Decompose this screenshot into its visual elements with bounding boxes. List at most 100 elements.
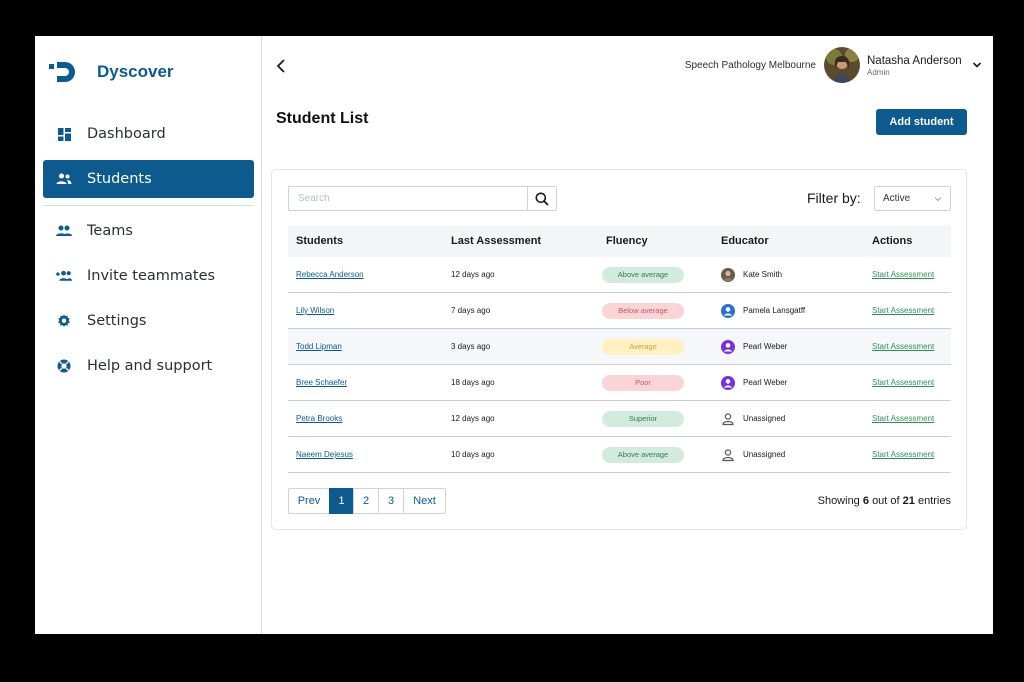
user-outline-icon: [721, 412, 735, 426]
brand-name: Dyscover: [97, 62, 174, 81]
filter-label: Filter by:: [807, 190, 861, 206]
search-bar: [288, 186, 557, 211]
educator-avatar: [721, 267, 735, 282]
students-icon: [56, 171, 72, 187]
educator-name: Kate Smith: [743, 270, 783, 279]
user-avatar[interactable]: [824, 47, 860, 83]
last-assessment: 10 days ago: [451, 450, 495, 459]
teams-icon: [56, 223, 72, 239]
sidebar-item-students[interactable]: Students: [43, 160, 254, 198]
sidebar-item-label: Teams: [87, 223, 133, 239]
table-header: Students Last Assessment Fluency Educato…: [288, 225, 951, 257]
invite-icon: [56, 268, 72, 284]
sidebar-item-label: Help and support: [87, 358, 213, 374]
app-window: Dyscover Dashboard Students Teams Invite…: [35, 36, 993, 634]
last-assessment: 18 days ago: [451, 378, 495, 387]
sidebar-item-label: Invite teammates: [87, 268, 216, 284]
chevron-down-icon: [934, 197, 942, 202]
student-name-link[interactable]: Lily Wilson: [296, 306, 334, 315]
sidebar-item-settings[interactable]: Settings: [43, 302, 254, 340]
start-assessment-link[interactable]: Start Assessment: [872, 450, 934, 459]
back-arrow-icon[interactable]: [274, 58, 288, 74]
fluency-badge: Superior: [602, 410, 684, 427]
filter-select[interactable]: Active: [874, 186, 951, 211]
pagination: Prev 1 2 3 Next: [288, 488, 446, 514]
user-info: Natasha Anderson Admin: [867, 55, 962, 77]
sidebar-item-invite-teammates[interactable]: Invite teammates: [43, 257, 254, 295]
student-name-link[interactable]: Todd Lipman: [296, 342, 342, 351]
column-header-last-assessment[interactable]: Last Assessment: [443, 235, 598, 247]
educator-name: Unassigned: [743, 450, 786, 459]
search-icon: [535, 192, 549, 206]
table-row: Todd Lipman 3 days ago Average Pearl Web…: [288, 329, 951, 365]
page-1-button[interactable]: 1: [329, 488, 354, 514]
help-icon: [56, 358, 72, 374]
sidebar-item-teams[interactable]: Teams: [43, 212, 254, 250]
educator-name: Unassigned: [743, 414, 786, 423]
column-header-fluency[interactable]: Fluency: [598, 235, 713, 247]
fluency-badge: Below average: [602, 302, 684, 319]
showing-count: 6: [862, 495, 869, 507]
showing-mid: out of: [872, 495, 900, 507]
gear-icon: [56, 313, 72, 329]
student-name-link[interactable]: Naeem Dejesus: [296, 450, 353, 459]
sidebar-item-label: Students: [87, 171, 152, 187]
start-assessment-link[interactable]: Start Assessment: [872, 378, 934, 387]
chevron-down-icon[interactable]: [972, 60, 982, 70]
user-name: Natasha Anderson: [867, 55, 962, 67]
search-button[interactable]: [527, 186, 557, 211]
fluency-badge: Above average: [602, 266, 684, 283]
column-header-educator[interactable]: Educator: [713, 235, 868, 247]
table-row: Naeem Dejesus 10 days ago Above average …: [288, 437, 951, 473]
user-circle-icon: [721, 303, 735, 318]
start-assessment-link[interactable]: Start Assessment: [872, 342, 934, 351]
table-row: Lily Wilson 7 days ago Below average Pam…: [288, 293, 951, 329]
start-assessment-link[interactable]: Start Assessment: [872, 306, 934, 315]
fluency-badge: Poor: [602, 374, 684, 391]
user-role: Admin: [867, 68, 890, 77]
student-name-link[interactable]: Bree Schaefer: [296, 378, 347, 387]
last-assessment: 12 days ago: [451, 270, 495, 279]
prev-page-button[interactable]: Prev: [288, 488, 330, 514]
last-assessment: 12 days ago: [451, 414, 495, 423]
table-row: Bree Schaefer 18 days ago Poor Pearl Web…: [288, 365, 951, 401]
entries-summary: Showing 6 out of 21 entries: [818, 495, 951, 507]
user-circle-icon: [721, 339, 735, 354]
page-3-button[interactable]: 3: [378, 488, 404, 514]
brand[interactable]: Dyscover: [49, 60, 174, 84]
sidebar-item-help-and-support[interactable]: Help and support: [43, 347, 254, 385]
start-assessment-link[interactable]: Start Assessment: [872, 414, 934, 423]
user-outline-icon: [721, 448, 735, 462]
showing-suffix: entries: [917, 495, 951, 507]
next-page-button[interactable]: Next: [403, 488, 446, 514]
search-input[interactable]: [288, 186, 527, 211]
last-assessment: 3 days ago: [451, 342, 491, 351]
page-title: Student List: [276, 110, 369, 127]
sidebar-divider: [43, 205, 254, 206]
organization-name: Speech Pathology Melbourne: [684, 60, 816, 71]
dashboard-icon: [56, 126, 72, 142]
educator-name: Pamela Lansgatff: [743, 306, 806, 315]
page-2-button[interactable]: 2: [353, 488, 379, 514]
sidebar-item-label: Settings: [87, 313, 147, 329]
students-table: Students Last Assessment Fluency Educato…: [288, 225, 951, 473]
table-row: Petra Brooks 12 days ago Superior Unassi…: [288, 401, 951, 437]
sidebar: Dyscover Dashboard Students Teams Invite…: [35, 36, 262, 634]
sidebar-item-dashboard[interactable]: Dashboard: [43, 115, 254, 153]
column-header-actions: Actions: [872, 235, 913, 247]
student-list-card: Filter by: Active Students Last Assessme…: [271, 169, 967, 530]
student-name-link[interactable]: Rebecca Anderson: [296, 270, 364, 279]
fluency-badge: Above average: [602, 446, 684, 463]
educator-name: Pearl Weber: [743, 378, 788, 387]
student-name-link[interactable]: Petra Brooks: [296, 414, 342, 423]
table-row: Rebecca Anderson 12 days ago Above avera…: [288, 257, 951, 293]
main-content: Speech Pathology Melbourne Natasha Ander…: [262, 36, 993, 634]
dyscover-logo-icon: [49, 62, 75, 82]
sidebar-item-label: Dashboard: [87, 126, 166, 142]
sidebar-nav: Dashboard Students Teams Invite teammate: [43, 115, 254, 392]
showing-prefix: Showing: [817, 495, 860, 507]
column-header-students[interactable]: Students: [288, 235, 443, 247]
start-assessment-link[interactable]: Start Assessment: [872, 270, 934, 279]
filter-value: Active: [883, 193, 911, 204]
add-student-button[interactable]: Add student: [876, 109, 967, 135]
